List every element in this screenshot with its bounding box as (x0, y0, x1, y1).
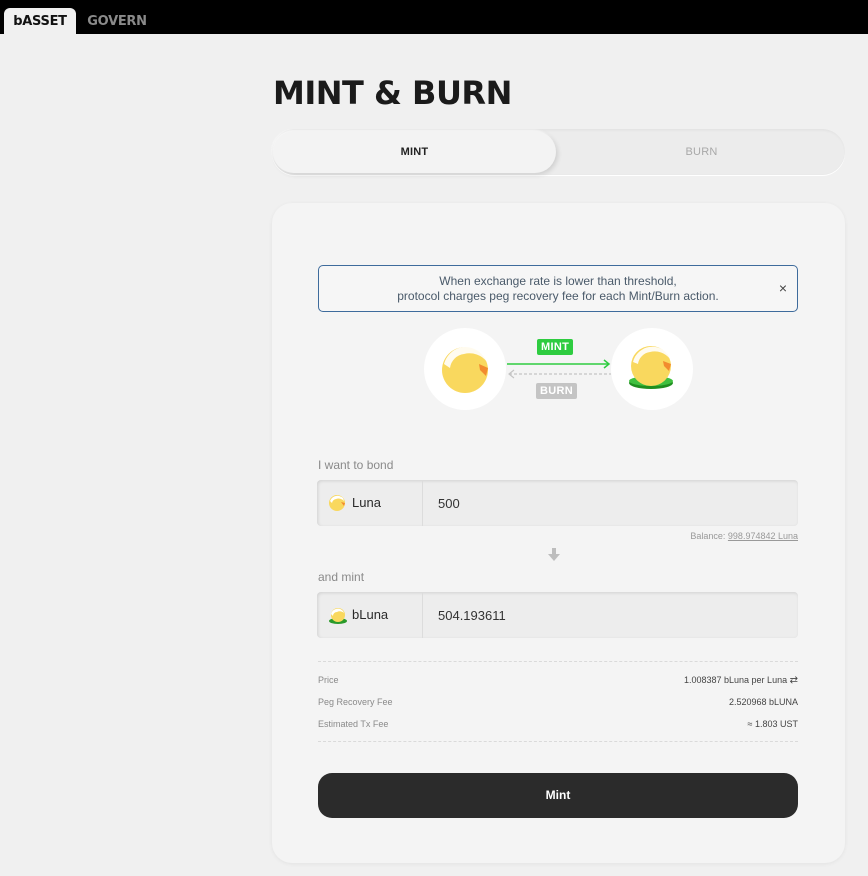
summary-divider-bottom (318, 741, 798, 742)
price-value: 1.008387 bLuna per Luna (683, 675, 788, 685)
mint-button[interactable]: Mint (318, 773, 798, 818)
luna-diagram-coin (424, 328, 506, 410)
tx-fee-value: ≈ 1.803 UST (747, 719, 798, 729)
peg-fee-row: Peg Recovery Fee 2.520968 bLUNA (318, 697, 798, 709)
bond-asset-name: Luna (352, 495, 381, 510)
bluna-icon (629, 346, 673, 389)
balance-label: Balance: (690, 531, 726, 541)
mint-amount-input[interactable] (424, 592, 797, 638)
bluna-diagram-coin (611, 328, 693, 410)
peg-fee-label: Peg Recovery Fee (318, 697, 393, 707)
mint-label: and mint (318, 570, 365, 584)
luna-icon (329, 495, 345, 511)
mint-card: When exchange rate is lower than thresho… (272, 203, 845, 863)
balance-link[interactable]: 998.974842 Luna (728, 531, 798, 541)
mint-asset-selector[interactable]: bLuna (317, 592, 423, 638)
peg-fee-notice: When exchange rate is lower than thresho… (318, 265, 798, 312)
mint-burn-arrows (507, 359, 611, 379)
arrow-down-icon (548, 548, 560, 561)
price-row: Price 1.008387 bLuna per Luna ⇄ (318, 675, 798, 687)
mint-field: bLuna (317, 592, 798, 638)
swap-icon[interactable]: ⇄ (790, 675, 798, 686)
close-icon[interactable]: × (779, 281, 787, 296)
summary-divider-top (318, 661, 798, 662)
page-title: MINT & BURN (273, 74, 512, 112)
tab-basset[interactable]: bASSET (4, 8, 76, 34)
tx-fee-row: Estimated Tx Fee ≈ 1.803 UST (318, 719, 798, 731)
tx-fee-label: Estimated Tx Fee (318, 719, 389, 729)
bond-asset-selector[interactable]: Luna (317, 480, 423, 526)
bond-field: Luna (317, 480, 798, 526)
notice-line-2: protocol charges peg recovery fee for ea… (397, 289, 719, 303)
tab-burn[interactable]: BURN (560, 131, 843, 173)
luna-icon (442, 346, 488, 393)
peg-fee-value: 2.520968 bLUNA (728, 697, 798, 707)
mint-tag: MINT (537, 339, 574, 355)
bluna-icon (329, 608, 347, 624)
tab-govern[interactable]: GOVERN (84, 8, 150, 34)
notice-line-1: When exchange rate is lower than thresho… (439, 274, 677, 288)
top-nav: bASSET GOVERN (0, 0, 868, 34)
price-label: Price (318, 675, 339, 685)
tab-mint[interactable]: MINT (273, 131, 556, 173)
balance-info: Balance: 998.974842 Luna (690, 531, 798, 541)
bond-label: I want to bond (318, 458, 394, 472)
burn-tag: BURN (536, 383, 577, 399)
bond-amount-input[interactable] (424, 480, 797, 526)
mint-asset-name: bLuna (352, 607, 389, 622)
mint-burn-switch: MINT BURN (272, 129, 845, 175)
